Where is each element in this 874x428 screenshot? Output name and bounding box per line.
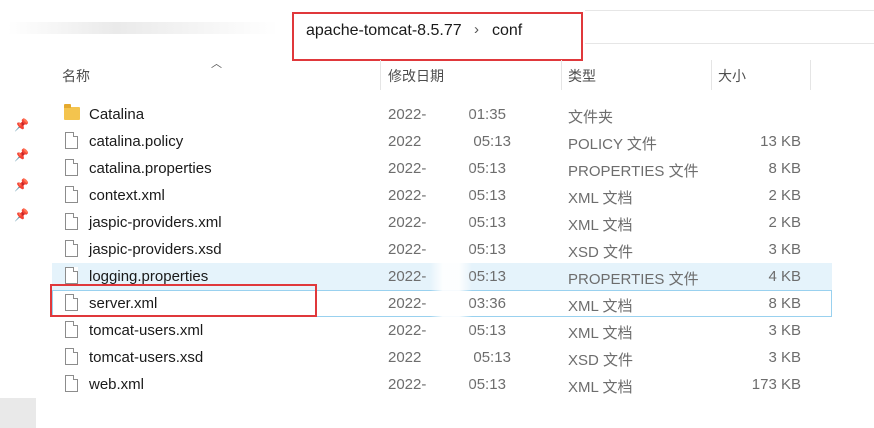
pin-icon[interactable]: 📌 — [14, 208, 29, 222]
column-header-name[interactable]: 名称 — [62, 66, 90, 86]
address-highlight-box — [292, 12, 583, 61]
column-divider[interactable] — [810, 60, 811, 90]
file-icon — [65, 240, 78, 257]
file-type: XML 文档 — [568, 325, 633, 342]
file-size: 3 KB — [768, 322, 801, 339]
redacted-date-area — [430, 100, 472, 400]
file-size: 173 KB — [751, 376, 801, 393]
file-type: XML 文档 — [568, 298, 633, 315]
sort-ascending-icon: ︿ — [211, 58, 222, 70]
blurred-path-segment — [8, 22, 278, 34]
file-size: 13 KB — [760, 133, 801, 150]
column-divider[interactable] — [561, 60, 562, 90]
search-box-area[interactable] — [585, 10, 874, 44]
file-name: jaspic-providers.xml — [89, 214, 222, 231]
column-header-date[interactable]: 修改日期 — [388, 66, 444, 86]
file-type: PROPERTIES 文件 — [568, 163, 699, 180]
file-size: 2 KB — [768, 214, 801, 231]
file-type: 文件夹 — [568, 109, 614, 126]
file-icon — [65, 348, 78, 365]
file-size: 3 KB — [768, 241, 801, 258]
column-header-type[interactable]: 类型 — [568, 66, 596, 86]
file-size: 8 KB — [768, 160, 801, 177]
file-type: XML 文档 — [568, 379, 633, 396]
file-size: 4 KB — [768, 268, 801, 285]
navigation-pane-footer — [0, 398, 36, 428]
file-icon — [65, 267, 78, 284]
file-size: 3 KB — [768, 349, 801, 366]
file-size: 2 KB — [768, 187, 801, 204]
column-header-size[interactable]: 大小 — [718, 66, 746, 86]
file-icon — [65, 132, 78, 149]
file-type: POLICY 文件 — [568, 136, 657, 153]
column-divider[interactable] — [380, 60, 381, 90]
file-icon — [65, 213, 78, 230]
navigation-pane[interactable]: 📌 📌 📌 📌 — [0, 52, 38, 428]
file-type: PROPERTIES 文件 — [568, 271, 699, 288]
file-icon — [65, 375, 78, 392]
file-name: Catalina — [89, 106, 145, 123]
pin-icon[interactable]: 📌 — [14, 148, 29, 162]
file-icon — [65, 321, 78, 338]
file-name: catalina.properties — [89, 160, 212, 177]
file-type: XML 文档 — [568, 217, 633, 234]
folder-icon — [64, 104, 80, 120]
file-name: catalina.policy — [89, 133, 184, 150]
pin-icon[interactable]: 📌 — [14, 178, 29, 192]
file-name: web.xml — [89, 376, 145, 393]
pin-icon[interactable]: 📌 — [14, 118, 29, 132]
file-name: logging.properties — [89, 268, 209, 285]
file-icon — [65, 159, 78, 176]
file-name: tomcat-users.xsd — [89, 349, 204, 366]
file-type: XSD 文件 — [568, 244, 634, 261]
file-type: XSD 文件 — [568, 352, 634, 369]
file-name: context.xml — [89, 187, 165, 204]
file-icon — [65, 186, 78, 203]
column-divider[interactable] — [711, 60, 712, 90]
server-xml-highlight-box — [50, 284, 317, 317]
file-size: 8 KB — [768, 295, 801, 312]
file-name: tomcat-users.xml — [89, 322, 204, 339]
file-type: XML 文档 — [568, 190, 633, 207]
file-name: jaspic-providers.xsd — [89, 241, 222, 258]
